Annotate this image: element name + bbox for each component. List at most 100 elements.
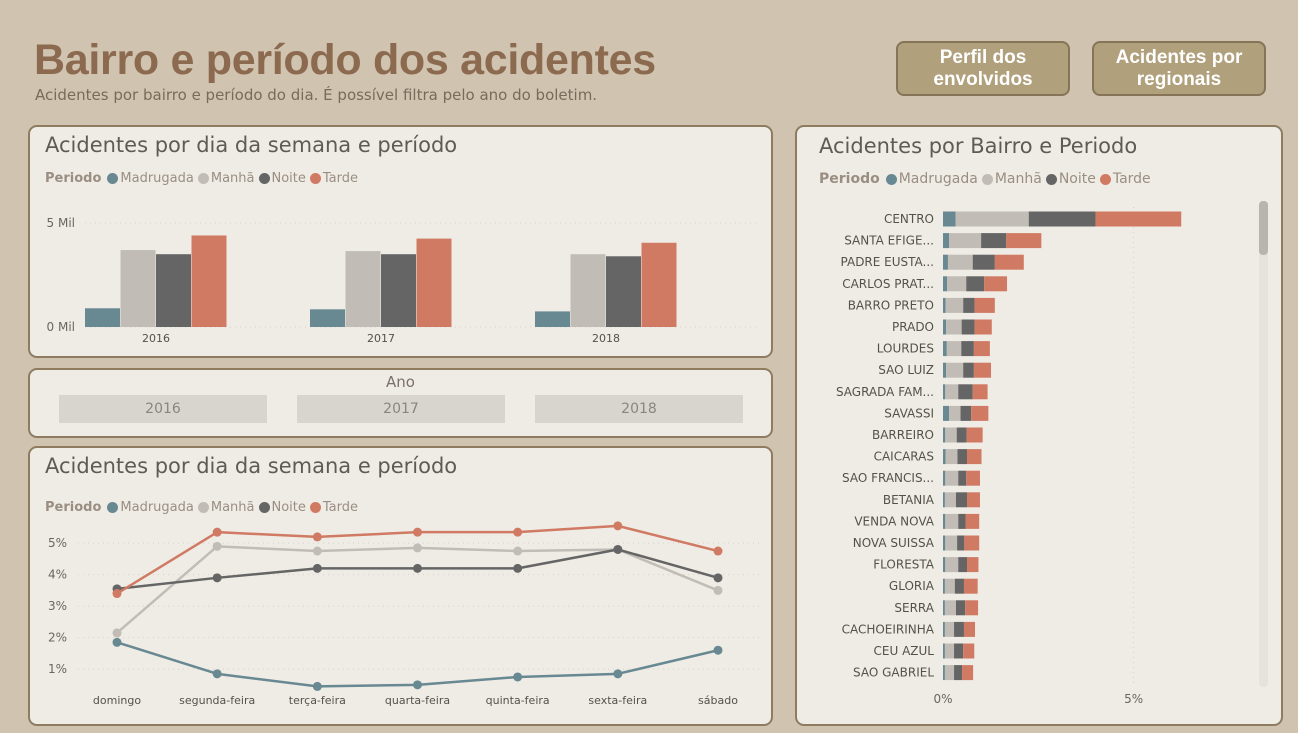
bar-noite-gloria — [954, 578, 964, 594]
bar-noite-centro — [1028, 211, 1096, 227]
panel-line-weekday: Acidentes por dia da semana e período Pe… — [28, 446, 773, 726]
bar-manha-2017 — [345, 251, 381, 327]
bar-tarde-gloria — [963, 578, 978, 594]
category-label: PRADO — [892, 320, 934, 334]
category-label: CARLOS PRAT... — [842, 277, 934, 291]
bar-manha-sao-luiz — [946, 362, 964, 378]
bar-noite-venda-nova — [958, 513, 966, 529]
bar-noite-santa-efige — [981, 233, 1007, 249]
bar-madrugada-barreiro — [943, 427, 946, 443]
x-tick-label: 2016 — [142, 332, 170, 345]
point-tarde-terca-feira — [312, 532, 322, 542]
bar-noite-sao-luiz — [963, 362, 974, 378]
bar-manha-ceu-azul — [944, 643, 955, 659]
slicer-option-2017[interactable]: 2017 — [297, 395, 505, 423]
bar-tarde-nova-suissa — [964, 535, 980, 551]
point-manha-segunda-feira — [212, 541, 222, 551]
category-label: LOURDES — [877, 342, 934, 356]
slicer-option-2018[interactable]: 2018 — [535, 395, 743, 423]
bar-manha-carlos-prat — [947, 276, 967, 292]
bar-madrugada-centro — [943, 211, 956, 227]
panel-hbar-bairro: Acidentes por Bairro e Periodo Periodo M… — [795, 125, 1283, 726]
category-label: BETANIA — [883, 493, 935, 507]
point-noite-quinta-feira — [513, 563, 523, 573]
point-noite-sabado — [713, 573, 723, 583]
y-tick-label: 4% — [48, 568, 67, 582]
line-madrugada — [116, 641, 719, 688]
hbar-scroll-thumb[interactable] — [1259, 201, 1268, 255]
point-tarde-segunda-feira — [212, 527, 222, 537]
bar-noite-sagrada-fam — [958, 384, 973, 400]
bar-manha-centro — [955, 211, 1029, 227]
acidentes-regionais-button[interactable]: Acidentes por regionais — [1092, 41, 1266, 96]
panel-year-slicer: Ano 2016 2017 2018 — [28, 368, 773, 438]
x-tick-label: 2017 — [367, 332, 395, 345]
panel-bar-year: Acidentes por dia da semana e período Pe… — [28, 125, 773, 358]
point-tarde-sabado — [713, 546, 723, 556]
x-tick-label: quarta-feira — [385, 694, 450, 707]
x-tick-label: domingo — [93, 694, 141, 707]
bar-tarde-sao-luiz — [973, 362, 992, 378]
bar-madrugada-betania — [943, 492, 945, 508]
x-tick-label: 0% — [933, 692, 952, 706]
point-manha-sabado — [713, 585, 723, 595]
bar-madrugada-serra — [943, 600, 945, 616]
bar-madrugada-savassi — [943, 405, 950, 421]
category-label: BARREIRO — [872, 428, 934, 442]
category-label: NOVA SUISSA — [853, 536, 935, 550]
point-manha-quinta-feira — [513, 546, 523, 556]
bar-tarde-sagrada-fam — [972, 384, 988, 400]
bar-manha-savassi — [949, 405, 961, 421]
slicer-option-2016[interactable]: 2016 — [59, 395, 267, 423]
bar-manha-2018 — [570, 254, 606, 327]
bar-madrugada-2018 — [535, 311, 570, 327]
x-tick-label: 2018 — [592, 332, 620, 345]
point-noite-segunda-feira — [212, 573, 222, 583]
x-tick-label: sábado — [698, 694, 738, 707]
bar-manha-prado — [946, 319, 962, 335]
x-tick-label: quinta-feira — [486, 694, 550, 707]
page-subtitle: Acidentes por bairro e período do dia. É… — [35, 86, 598, 104]
point-madrugada-domingo — [112, 637, 122, 647]
bar-tarde-sao-gabriel — [962, 665, 974, 681]
bar-manha-santa-efige — [949, 233, 982, 249]
bar-tarde-floresta — [967, 557, 979, 573]
bar-manha-2016 — [120, 250, 156, 327]
bar-manha-betania — [944, 492, 956, 508]
y-tick-label: 1% — [48, 662, 67, 676]
bar-madrugada-nova-suissa — [943, 535, 946, 551]
bar-manha-sagrada-fam — [945, 384, 959, 400]
bar-madrugada-floresta — [943, 557, 946, 573]
bar-noite-cachoeirinha — [954, 621, 964, 637]
bar-tarde-padre-eusta — [994, 254, 1024, 270]
bar-manha-barreiro — [945, 427, 957, 443]
category-label: FLORESTA — [873, 558, 935, 572]
bar-madrugada-gloria — [943, 578, 945, 594]
x-tick-label: terça-feira — [289, 694, 346, 707]
point-madrugada-terca-feira — [312, 681, 322, 691]
line-weekday-chart: 1% 2% 3% 4% 5% domingo segunda-feira terça-feir… — [48, 521, 760, 707]
bar-tarde-caicaras — [967, 449, 982, 465]
perfil-envolvidos-button[interactable]: Perfil dos envolvidos — [896, 41, 1070, 96]
line-manha — [116, 545, 719, 634]
bar-madrugada-venda-nova — [943, 513, 946, 529]
bar-noite-barreiro — [956, 427, 967, 443]
category-label: PADRE EUSTA... — [841, 255, 934, 269]
hbar-scrollbar[interactable] — [1259, 201, 1268, 687]
bar-tarde-savassi — [971, 405, 989, 421]
bar-noite-carlos-prat — [966, 276, 985, 292]
bar-tarde-cachoeirinha — [963, 621, 976, 637]
bar-noite-padre-eusta — [972, 254, 995, 270]
bar-noite-serra — [955, 600, 966, 616]
bar-tarde-sao-francis — [966, 470, 980, 486]
bar-tarde-ceu-azul — [963, 643, 975, 659]
bar-tarde-carlos-prat — [984, 276, 1008, 292]
bar-tarde-lourdes — [973, 341, 990, 357]
bar-noite-sao-francis — [958, 470, 967, 486]
bar-manha-nova-suissa — [945, 535, 958, 551]
point-noite-sexta-feira — [613, 544, 623, 554]
bar-tarde-barreiro — [966, 427, 983, 443]
point-noite-terca-feira — [312, 563, 322, 573]
bar-madrugada-lourdes — [943, 341, 947, 357]
bar-manha-floresta — [945, 557, 959, 573]
